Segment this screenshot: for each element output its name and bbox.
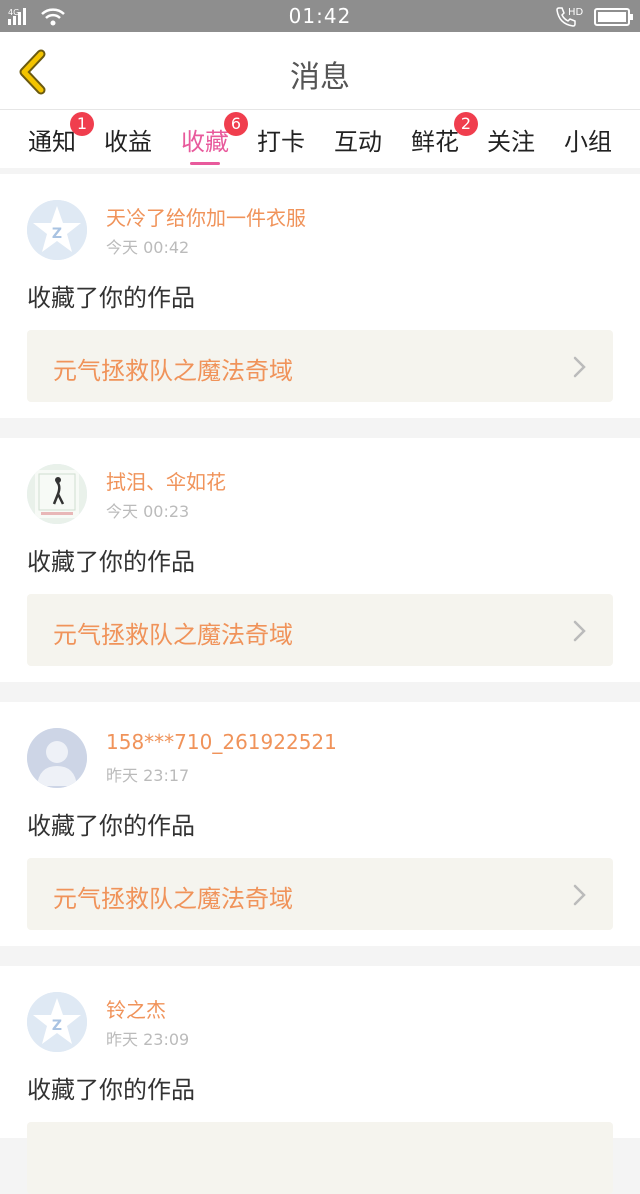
avatar[interactable]: Z xyxy=(27,200,87,260)
work-title: 元气拯救队之魔法奇域 xyxy=(53,357,293,385)
message-time: 昨天 23:17 xyxy=(106,766,190,785)
tab-notice[interactable]: 通知 1 xyxy=(12,112,94,157)
battery-icon xyxy=(594,8,633,26)
status-bar: 4G 01:42 HD xyxy=(0,0,640,32)
header-bar: 消息 xyxy=(0,32,640,110)
action-text: 收藏了你的作品 xyxy=(27,284,195,312)
action-text: 收藏了你的作品 xyxy=(27,812,195,840)
message-time: 今天 00:42 xyxy=(106,238,190,257)
tab-flowers[interactable]: 鲜花 2 xyxy=(395,112,478,157)
message-time: 今天 00:23 xyxy=(106,502,190,521)
tab-checkin[interactable]: 打卡 xyxy=(241,122,321,157)
work-link[interactable]: 元气拯救队之魔法奇域 xyxy=(27,330,613,402)
message-card: Z 天冷了给你加一件衣服 今天 00:42 收藏了你的作品 元气拯救队之魔法奇域 xyxy=(0,174,640,418)
tab-group[interactable]: 小组 xyxy=(548,122,628,157)
tab-favorites[interactable]: 收藏 6 xyxy=(165,112,248,165)
chevron-right-icon xyxy=(573,356,586,378)
tab-interact[interactable]: 互动 xyxy=(318,122,398,157)
svg-text:Z: Z xyxy=(52,226,62,242)
work-title: 元气拯救队之魔法奇域 xyxy=(53,885,293,913)
default-person-avatar-icon xyxy=(27,728,87,788)
work-link[interactable] xyxy=(27,1122,613,1194)
tab-earnings[interactable]: 收益 xyxy=(88,122,168,157)
tab-label: 小组 xyxy=(564,128,612,156)
tab-label: 通知 xyxy=(28,128,76,156)
tab-label: 打卡 xyxy=(257,128,305,156)
tab-bar: 通知 1 收益 收藏 6 打卡 互动 鲜花 2 关注 小组 xyxy=(0,110,640,168)
default-star-avatar-icon: Z xyxy=(27,992,87,1052)
tab-active-indicator xyxy=(190,162,220,165)
svg-text:Z: Z xyxy=(52,1018,62,1034)
action-text: 收藏了你的作品 xyxy=(27,548,195,576)
user-name[interactable]: 天冷了给你加一件衣服 xyxy=(106,202,306,231)
chevron-right-icon xyxy=(573,620,586,642)
message-card: Z 铃之杰 昨天 23:09 收藏了你的作品 xyxy=(0,966,640,1194)
tab-follow[interactable]: 关注 xyxy=(471,122,551,157)
hd-label: HD xyxy=(568,7,584,18)
tab-label: 鲜花 xyxy=(411,128,459,156)
hd-call-icon: HD xyxy=(556,7,584,27)
page-title: 消息 xyxy=(290,60,350,95)
user-name[interactable]: 铃之杰 xyxy=(106,994,166,1023)
tab-label: 互动 xyxy=(334,128,382,156)
work-title: 元气拯救队之魔法奇域 xyxy=(53,621,293,649)
user-name[interactable]: 158***710_261922521 xyxy=(106,730,337,754)
chevron-right-icon xyxy=(573,884,586,906)
status-time: 01:42 xyxy=(288,4,352,28)
avatar[interactable] xyxy=(27,464,87,524)
default-star-avatar-icon: Z xyxy=(27,200,87,260)
work-link[interactable]: 元气拯救队之魔法奇域 xyxy=(27,594,613,666)
user-name[interactable]: 拭泪、伞如花 xyxy=(106,466,226,495)
message-card: 拭泪、伞如花 今天 00:23 收藏了你的作品 元气拯救队之魔法奇域 xyxy=(0,438,640,682)
photo-avatar-icon xyxy=(27,464,87,524)
avatar[interactable]: Z xyxy=(27,992,87,1052)
tab-label: 收藏 xyxy=(181,128,229,156)
tab-label: 收益 xyxy=(104,128,152,156)
message-time: 昨天 23:09 xyxy=(106,1030,190,1049)
message-card: 158***710_261922521 昨天 23:17 收藏了你的作品 元气拯… xyxy=(0,702,640,946)
action-text: 收藏了你的作品 xyxy=(27,1076,195,1104)
avatar[interactable] xyxy=(27,728,87,788)
work-link[interactable]: 元气拯救队之魔法奇域 xyxy=(27,858,613,930)
tab-label: 关注 xyxy=(487,128,535,156)
